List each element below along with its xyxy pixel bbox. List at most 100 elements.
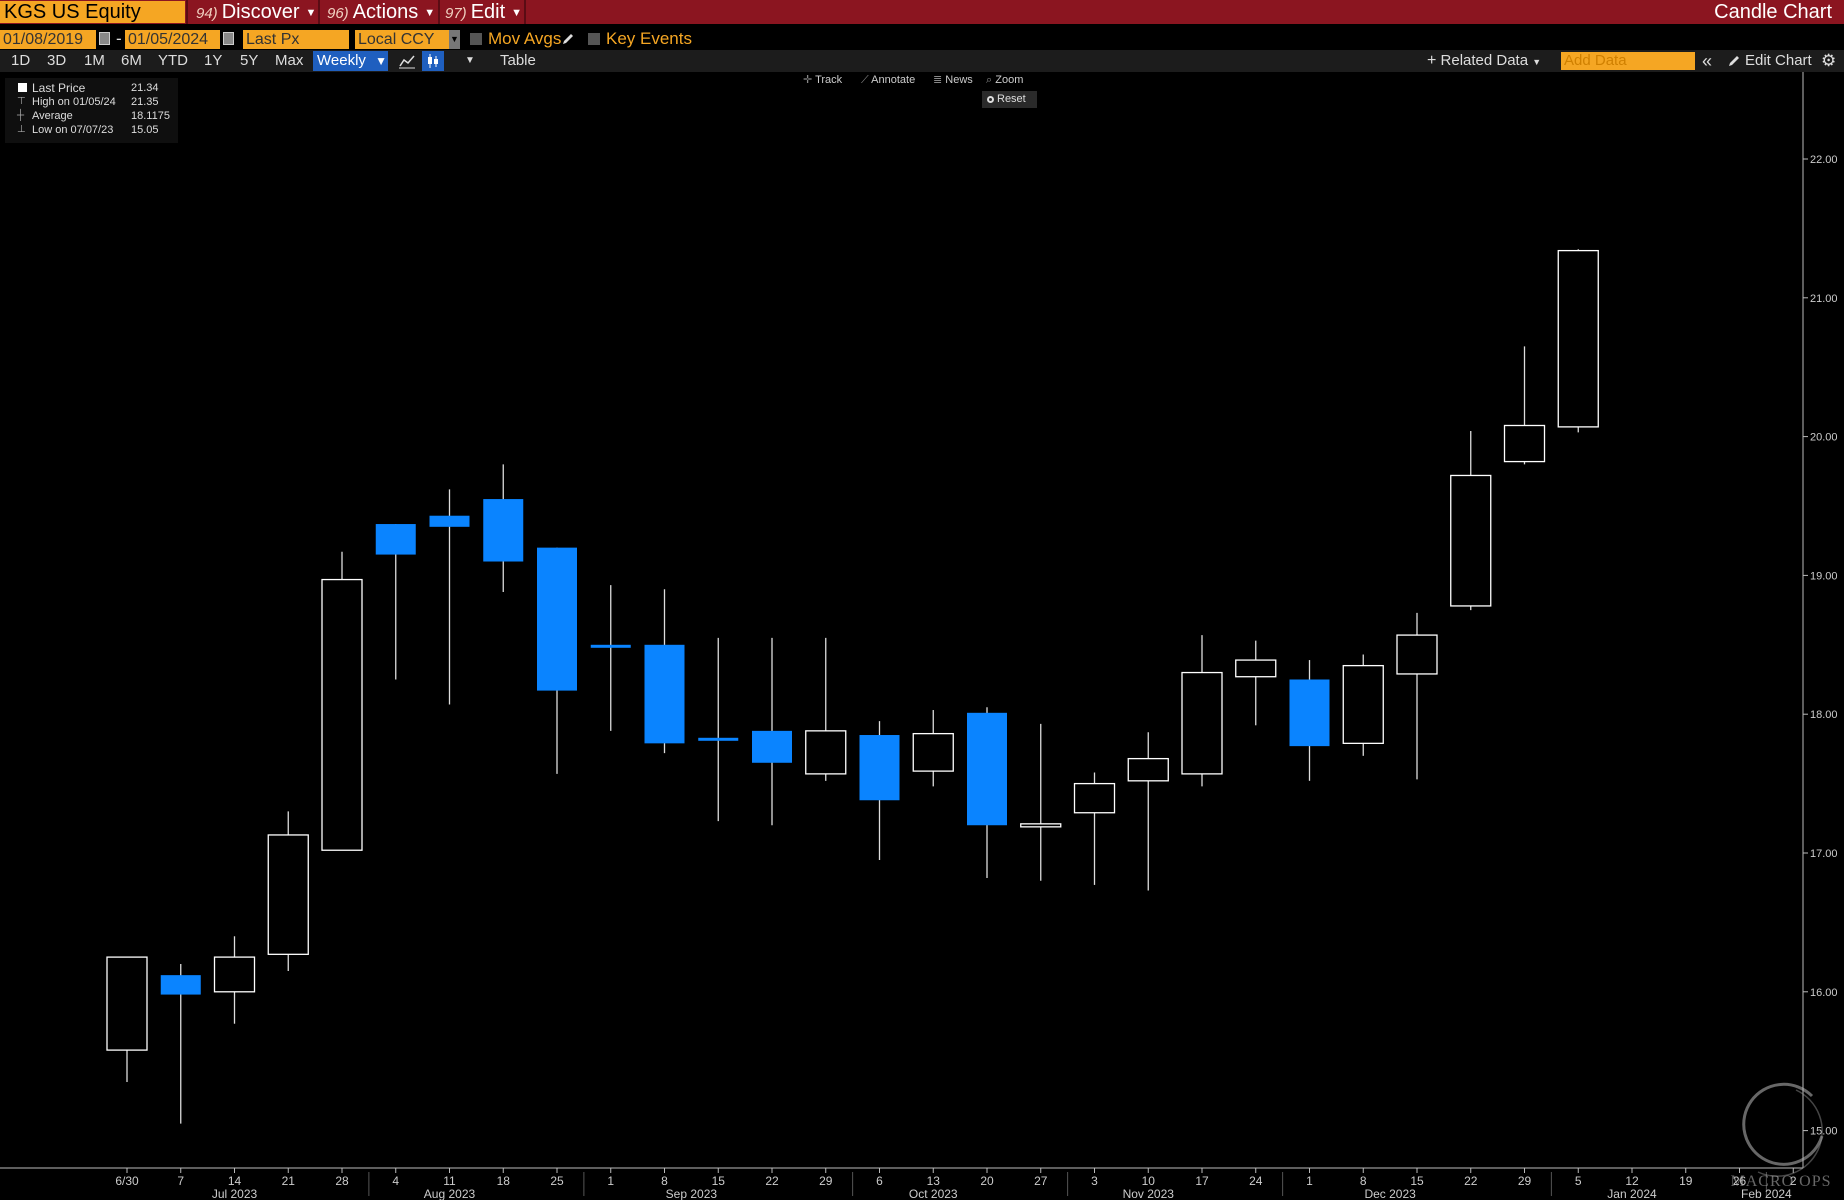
calendar-icon[interactable] xyxy=(223,32,234,45)
annotate-tool[interactable]: ⟋ Annotate xyxy=(861,72,915,88)
range-1d[interactable]: 1D xyxy=(11,50,30,72)
actions-menu[interactable]: 96) Actions ▼ xyxy=(327,0,435,24)
candle-body-up xyxy=(1396,634,1438,675)
price-field-select[interactable]: Last Px xyxy=(243,30,349,49)
line-chart-icon[interactable] xyxy=(398,53,416,69)
actions-menu-label: Actions xyxy=(352,1,419,23)
crosshair-icon: ✛ xyxy=(803,74,813,86)
x-tick-label: 14 xyxy=(228,1174,242,1188)
currency-select[interactable]: Local CCY xyxy=(355,30,451,49)
legend-row: ⊥ Low on 07/07/23 15.05 xyxy=(5,123,178,137)
legend-value: 15.05 xyxy=(131,124,159,136)
track-tool[interactable]: ✛ Track xyxy=(803,72,842,88)
frequency-label: Weekly xyxy=(317,52,366,69)
top-menu-bar: KGS US Equity 94) Discover ▼ 96) Actions ▼ 9… xyxy=(0,0,1844,24)
chevron-down-icon[interactable]: ▼ xyxy=(449,30,460,49)
toolbar-row: 1D 3D 1M 6M YTD 1Y 5Y Max Weekly ▼ ▼ Tab… xyxy=(0,50,1844,72)
end-date-field[interactable]: 01/05/2024 xyxy=(125,30,220,49)
collapse-left-icon[interactable]: « xyxy=(1702,50,1712,72)
legend-swatch xyxy=(18,83,27,92)
candle-body-down xyxy=(590,644,631,648)
candle-body-down xyxy=(429,515,470,527)
menu-separator xyxy=(186,0,188,24)
news-tool[interactable]: ≣ News xyxy=(933,72,973,88)
y-tick-label: 17.00 xyxy=(1810,848,1838,860)
candle-body-down xyxy=(160,975,201,995)
range-max[interactable]: Max xyxy=(275,50,303,72)
chevron-down-icon: ▼ xyxy=(511,7,523,19)
candle-chart-button[interactable] xyxy=(422,51,444,71)
chevron-down-icon[interactable]: ▼ xyxy=(465,50,475,72)
x-tick-label: 15 xyxy=(1410,1174,1424,1188)
legend-panel: Last Price 21.34 ⊤ High on 01/05/24 21.3… xyxy=(5,78,178,143)
range-5y[interactable]: 5Y xyxy=(240,50,258,72)
candlestick-chart: 15.0016.0017.0018.0019.0020.0021.0022.00… xyxy=(0,72,1838,1200)
range-1y[interactable]: 1Y xyxy=(204,50,222,72)
x-tick-label: 12 xyxy=(1625,1174,1639,1188)
x-tick-label: 11 xyxy=(443,1174,456,1188)
month-label: Sep 2023 xyxy=(666,1187,718,1200)
zoom-tool[interactable]: ⌕ Zoom xyxy=(986,72,1023,88)
svg-text:MACRO OPS: MACRO OPS xyxy=(1730,1173,1831,1190)
candle-body-down xyxy=(375,524,416,555)
edit-menu-label: Edit xyxy=(470,1,506,23)
legend-label: Average xyxy=(32,110,73,122)
pencil-icon[interactable] xyxy=(561,32,575,46)
menu-separator xyxy=(438,0,440,24)
candle-body-down xyxy=(859,735,900,801)
range-1m[interactable]: 1M xyxy=(84,50,105,72)
candles-group xyxy=(106,249,1599,1124)
ticker-field[interactable]: KGS US Equity xyxy=(0,1,185,23)
edit-menu-number: 97) xyxy=(445,5,467,22)
candle-body-up xyxy=(213,956,256,993)
frequency-select[interactable]: Weekly ▼ xyxy=(313,51,388,71)
range-ytd[interactable]: YTD xyxy=(158,50,188,72)
range-3d[interactable]: 3D xyxy=(47,50,66,72)
key-events-label: Key Events xyxy=(606,29,692,48)
gear-icon[interactable]: ⚙ xyxy=(1821,50,1836,72)
month-label: Jan 2024 xyxy=(1607,1187,1657,1200)
calendar-icon[interactable] xyxy=(99,32,110,45)
candle-body-down xyxy=(644,644,685,744)
start-date-field[interactable]: 01/08/2019 xyxy=(0,30,96,49)
mov-avgs-checkbox[interactable] xyxy=(470,33,482,45)
macro-ops-logo: MACRO OPS xyxy=(1730,1082,1831,1190)
y-tick-label: 18.00 xyxy=(1810,709,1838,721)
candle-body-down xyxy=(483,499,524,562)
reset-button[interactable]: Reset xyxy=(982,91,1037,108)
candle-body-up xyxy=(1235,659,1277,678)
related-data-label: Related Data xyxy=(1440,52,1529,69)
annotate-icon: ⟋ xyxy=(861,74,869,86)
candle-body-down xyxy=(967,712,1007,826)
menu-separator xyxy=(524,0,526,24)
candle-body-down xyxy=(698,737,739,741)
legend-value: 18.1175 xyxy=(131,110,170,122)
candle-body-up xyxy=(1503,424,1546,463)
edit-menu[interactable]: 97) Edit ▼ xyxy=(445,0,522,24)
related-data-menu[interactable]: + Related Data ▼ xyxy=(1427,50,1541,72)
table-button[interactable]: Table xyxy=(500,50,536,72)
candle-body-up xyxy=(912,732,954,772)
chart-type-title: Candle Chart xyxy=(1714,1,1832,23)
legend-row: ┼ Average 18.1175 xyxy=(5,109,178,123)
y-tick-label: 22.00 xyxy=(1810,154,1838,166)
legend-row: Last Price 21.34 xyxy=(5,81,178,95)
month-label: Jul 2023 xyxy=(212,1187,258,1200)
legend-value: 21.34 xyxy=(131,82,159,94)
edit-chart-button[interactable]: Edit Chart xyxy=(1745,50,1812,72)
month-label: Aug 2023 xyxy=(424,1187,476,1200)
x-tick-label: 13 xyxy=(927,1174,941,1188)
key-events-checkbox[interactable] xyxy=(588,33,600,45)
y-tick-label: 19.00 xyxy=(1810,570,1838,582)
x-tick-label: 4 xyxy=(392,1174,399,1188)
range-6m[interactable]: 6M xyxy=(121,50,142,72)
average-marker-icon: ┼ xyxy=(17,110,25,121)
magnifier-icon: ⌕ xyxy=(986,74,993,86)
month-label: Dec 2023 xyxy=(1364,1187,1416,1200)
candle-body-down xyxy=(752,730,792,763)
candle-body-up xyxy=(1127,757,1169,782)
candle-body-up xyxy=(805,730,847,775)
add-data-input[interactable]: Add Data xyxy=(1561,52,1695,70)
discover-menu[interactable]: 94) Discover ▼ xyxy=(196,0,316,24)
axes-group: 15.0016.0017.0018.0019.0020.0021.0022.00… xyxy=(0,72,1838,1200)
